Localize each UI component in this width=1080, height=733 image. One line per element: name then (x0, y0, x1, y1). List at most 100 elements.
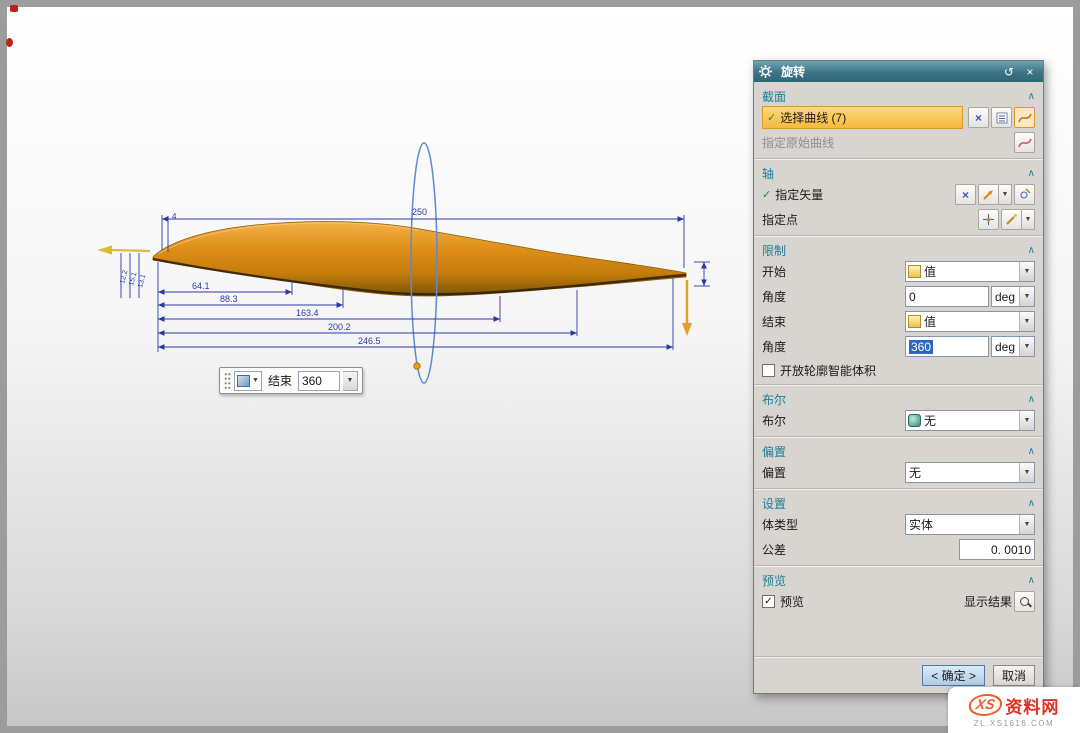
collapse-icon: ∧ (1028, 575, 1035, 586)
screen-artifact (10, 5, 18, 12)
open-profile-label: 开放轮廓智能体积 (780, 362, 876, 379)
dim-label: 246.5 (358, 336, 381, 346)
chevron-down-icon[interactable]: ▼ (1019, 337, 1034, 356)
dialog-buttons: < 确定 > 取消 (760, 660, 1037, 687)
x-icon: × (962, 189, 969, 201)
boolean-dropdown[interactable]: 无 ▼ (905, 410, 1035, 431)
preview-checkbox[interactable]: ✓ (762, 595, 775, 608)
offset-label: 偏置 (762, 464, 786, 481)
end-label: 结束 (265, 372, 295, 389)
point-type-dropdown[interactable]: ▼ (1022, 209, 1035, 230)
dim-label: 4 (172, 212, 177, 221)
end-angle-input[interactable]: 360 (905, 336, 989, 357)
end-type-dropdown[interactable]: 值 ▼ (905, 311, 1035, 332)
point-dialog-button[interactable] (1001, 209, 1022, 230)
axis-icon (1018, 188, 1031, 201)
start-angle-input[interactable]: 0 (905, 286, 989, 307)
watermark: XS 资料网 ZL.XS1616.COM (948, 687, 1080, 733)
chevron-down-icon[interactable]: ▼ (1019, 287, 1034, 306)
chevron-down-icon[interactable]: ▼ (1019, 411, 1034, 430)
offset-row: 偏置 无 ▼ (760, 460, 1037, 485)
boolean-label: 布尔 (762, 412, 786, 429)
dim-label: 200.2 (328, 322, 351, 332)
point-icon (982, 213, 995, 226)
show-result-button[interactable] (1014, 591, 1035, 612)
chevron-down-icon[interactable]: ▼ (1019, 262, 1034, 281)
limit-type-dropdown[interactable]: ▼ (234, 371, 262, 391)
divider (754, 235, 1043, 237)
value-icon (908, 265, 921, 278)
drag-handle[interactable] (414, 363, 420, 369)
watermark-logo: XS (967, 694, 1003, 716)
cancel-button[interactable]: 取消 (993, 665, 1035, 686)
reverse-direction-button[interactable] (1014, 184, 1035, 205)
offset-dropdown[interactable]: 无 ▼ (905, 462, 1035, 483)
curve-rule-button[interactable] (1014, 107, 1035, 128)
list-icon (996, 112, 1008, 124)
model-solid[interactable] (153, 222, 686, 296)
x-icon: × (975, 112, 982, 124)
tolerance-row: 公差 0. 0010 (760, 537, 1037, 562)
preview-label: 预览 (780, 593, 804, 610)
origin-curve-button[interactable] (1014, 132, 1035, 153)
collapse-icon: ∧ (1028, 245, 1035, 256)
reset-button[interactable]: ↺ (1001, 64, 1017, 80)
end-angle-input[interactable]: 360 (298, 371, 340, 391)
end-angle-row: 角度 360 deg ▼ (760, 334, 1037, 359)
chevron-down-icon[interactable]: ▼ (1019, 515, 1034, 534)
dim-label: 250 (412, 207, 427, 217)
collapse-icon: ∧ (1028, 91, 1035, 102)
section-header-axis[interactable]: 轴 ∧ (760, 162, 1037, 182)
divider (754, 436, 1043, 438)
direction-arrow-right[interactable] (682, 280, 692, 336)
curve-list-button[interactable] (991, 107, 1012, 128)
open-profile-checkbox[interactable] (762, 364, 775, 377)
select-curve-field[interactable]: ✓ 选择曲线 (7) (762, 106, 963, 129)
specify-vector-label: 指定矢量 (775, 186, 823, 203)
section-header-limits[interactable]: 限制 ∧ (760, 239, 1037, 259)
divider (754, 565, 1043, 567)
chevron-down-icon: ▼ (1002, 191, 1009, 198)
direction-arrow-left[interactable] (97, 246, 150, 255)
vector-icon (982, 188, 995, 201)
origin-curve-row[interactable]: 指定原始曲线 (760, 130, 1037, 155)
clear-vector-button[interactable]: × (955, 184, 976, 205)
section-header-settings[interactable]: 设置 ∧ (760, 492, 1037, 512)
body-type-dropdown[interactable]: 实体 ▼ (905, 514, 1035, 535)
start-angle-unit-dropdown[interactable]: deg ▼ (991, 286, 1035, 307)
ok-button[interactable]: < 确定 > (922, 665, 985, 686)
boolean-row: 布尔 无 ▼ (760, 408, 1037, 433)
vector-type-button[interactable] (978, 184, 999, 205)
start-type-dropdown[interactable]: 值 ▼ (905, 261, 1035, 282)
curve-icon (1018, 137, 1032, 149)
dim-label: 88.3 (220, 294, 238, 304)
preview-row: ✓ 预览 显示结果 (760, 589, 1037, 614)
selected-text: 360 (909, 340, 933, 354)
chevron-down-icon[interactable]: ▼ (1019, 463, 1034, 482)
start-row: 开始 值 ▼ (760, 259, 1037, 284)
show-result-label: 显示结果 (964, 593, 1012, 610)
section-header-section[interactable]: 截面 ∧ (760, 85, 1037, 105)
specify-point-row: 指定点 ▼ (760, 207, 1037, 232)
section-header-boolean[interactable]: 布尔 ∧ (760, 388, 1037, 408)
toolbar-grip-handle[interactable] (224, 372, 231, 389)
chevron-down-icon: ▼ (346, 377, 353, 384)
chevron-down-icon[interactable]: ▼ (1019, 312, 1034, 331)
tolerance-input[interactable]: 0. 0010 (959, 539, 1035, 560)
select-curve-row: ✓ 选择曲线 (7) × (760, 105, 1037, 130)
dialog-title: 旋转 (781, 63, 805, 80)
end-angle-unit-dropdown[interactable]: deg ▼ (991, 336, 1035, 357)
collapse-icon: ∧ (1028, 394, 1035, 405)
end-angle-dropdown-button[interactable]: ▼ (343, 371, 358, 391)
start-label: 开始 (762, 263, 786, 280)
point-button[interactable] (978, 209, 999, 230)
dialog-titlebar[interactable]: 旋转 ↺ × (754, 61, 1043, 82)
vector-type-dropdown[interactable]: ▼ (999, 184, 1012, 205)
gear-icon (759, 65, 772, 78)
divider (754, 384, 1043, 386)
origin-curve-label: 指定原始曲线 (762, 134, 834, 151)
section-header-offset[interactable]: 偏置 ∧ (760, 440, 1037, 460)
close-button[interactable]: × (1022, 64, 1038, 80)
deselect-button[interactable]: × (968, 107, 989, 128)
section-header-preview[interactable]: 预览 ∧ (760, 569, 1037, 589)
